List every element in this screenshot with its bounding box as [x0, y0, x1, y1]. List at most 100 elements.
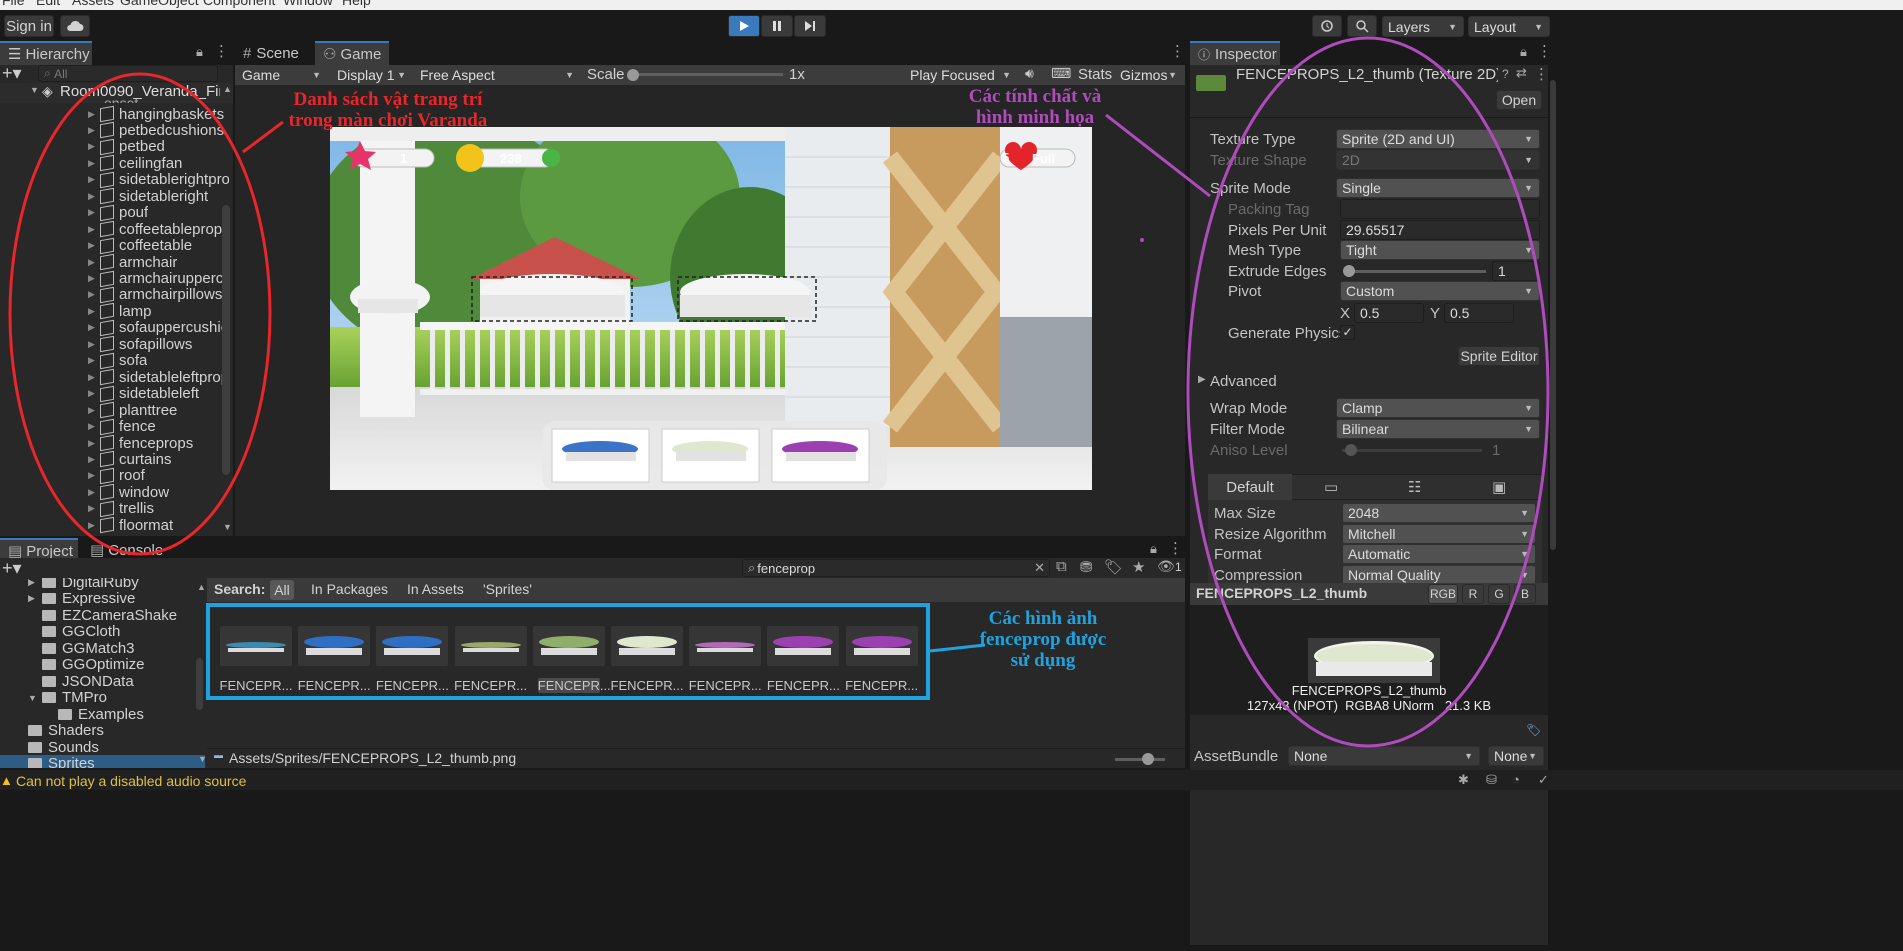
- cloud-icon[interactable]: [60, 15, 90, 37]
- generate-physics-checkbox[interactable]: ✓: [1340, 325, 1355, 340]
- expand-arrow-icon[interactable]: ▶: [88, 306, 100, 317]
- webgl-icon[interactable]: ▣: [1492, 478, 1506, 496]
- folder-item[interactable]: Examples: [58, 705, 144, 723]
- inspector-scrollbar[interactable]: [1550, 80, 1556, 550]
- filter-all[interactable]: All: [270, 580, 294, 600]
- folder-item[interactable]: ▼ TMPro: [28, 689, 107, 707]
- tab-hierarchy[interactable]: ☰ Hierarchy: [0, 41, 92, 65]
- mesh-type-dropdown[interactable]: Tight: [1340, 240, 1540, 260]
- expand-arrow-icon[interactable]: ▶: [88, 207, 100, 218]
- status-check-icon[interactable]: ✓: [1538, 772, 1549, 788]
- menu-assets[interactable]: Assets: [72, 0, 114, 8]
- inspector-lock-icon[interactable]: 🔒︎: [1520, 44, 1527, 60]
- folder-item[interactable]: Shaders: [28, 722, 104, 740]
- extrude-input[interactable]: 1: [1492, 261, 1540, 281]
- folder-scroll-up-icon[interactable]: ▲: [197, 582, 206, 592]
- assetbundle-variant-dropdown[interactable]: None: [1488, 746, 1544, 766]
- step-button[interactable]: [794, 15, 826, 37]
- asset-thumbnail[interactable]: [767, 626, 840, 666]
- keyboard-icon[interactable]: ⌨: [1051, 65, 1071, 82]
- aspect-dropdown[interactable]: Free Aspect: [415, 65, 580, 85]
- play-button[interactable]: [728, 15, 760, 37]
- filter-mode-dropdown[interactable]: Bilinear: [1336, 419, 1540, 439]
- expand-arrow-icon[interactable]: ▶: [88, 289, 100, 300]
- expand-arrow-icon[interactable]: ▶: [88, 322, 100, 333]
- folder-scroll-down-icon[interactable]: ▼: [198, 754, 207, 764]
- filter-sprites[interactable]: 'Sprites': [483, 581, 532, 597]
- compression-dropdown[interactable]: Normal Quality: [1342, 565, 1536, 585]
- thumbnail-size-slider[interactable]: [1115, 758, 1165, 761]
- tab-inspector[interactable]: ⓘ Inspector: [1190, 41, 1280, 65]
- play-focused-dropdown[interactable]: Play Focused: [905, 65, 1017, 85]
- monitor-icon[interactable]: ▭: [1324, 478, 1338, 496]
- channel-g-button[interactable]: G: [1488, 584, 1510, 604]
- context-menu-icon[interactable]: ⋮: [1534, 65, 1548, 83]
- game-more-icon[interactable]: ⋮: [1170, 42, 1185, 60]
- asset-thumbnail[interactable]: [611, 626, 683, 666]
- history-icon[interactable]: [1312, 15, 1342, 37]
- expand-arrow-icon[interactable]: ▶: [88, 109, 100, 120]
- expand-arrow-icon[interactable]: ▶: [88, 520, 100, 531]
- resize-algorithm-dropdown[interactable]: Mitchell: [1342, 524, 1536, 544]
- expand-arrow-icon[interactable]: ▶: [88, 174, 100, 185]
- expand-arrow-icon[interactable]: ▶: [88, 224, 100, 235]
- thumbnail-size-knob[interactable]: [1142, 753, 1154, 765]
- layers-dropdown[interactable]: Layers: [1382, 16, 1464, 37]
- extrude-slider-track[interactable]: [1346, 270, 1486, 273]
- wrap-mode-dropdown[interactable]: Clamp: [1336, 398, 1540, 418]
- hierarchy-search-input[interactable]: ⌕ All: [38, 65, 218, 82]
- bug-icon[interactable]: ✱: [1458, 772, 1469, 788]
- pivot-x-input[interactable]: 0.5: [1354, 303, 1424, 323]
- expand-arrow-icon[interactable]: ▶: [88, 141, 100, 152]
- inspector-more-icon[interactable]: ⋮: [1537, 42, 1552, 60]
- hierarchy-item-onset[interactable]: onset: [104, 95, 138, 103]
- folder-item[interactable]: Sprites: [0, 754, 205, 768]
- project-lock-icon[interactable]: 🔒︎: [1150, 541, 1157, 557]
- asset-thumbnail[interactable]: [532, 626, 605, 666]
- menu-help[interactable]: Help: [342, 0, 371, 8]
- more-icon[interactable]: ⋮: [214, 42, 229, 60]
- status-message[interactable]: Can not play a disabled audio source: [16, 773, 246, 789]
- folder-item[interactable]: Sounds: [28, 738, 99, 756]
- folder-item[interactable]: JSONData: [42, 672, 134, 690]
- audio-icon[interactable]: 🔊︎: [1025, 65, 1034, 82]
- filter-label-icon[interactable]: 🏷︎: [1104, 558, 1123, 576]
- expand-arrow-icon[interactable]: ▶: [88, 454, 100, 465]
- folder-expand-icon[interactable]: ▶: [28, 593, 35, 604]
- scroll-down-icon[interactable]: ▼: [223, 522, 232, 532]
- asset-thumbnail[interactable]: [454, 626, 527, 666]
- asset-thumbnail[interactable]: [845, 626, 918, 666]
- expand-arrow-icon[interactable]: ▶: [88, 487, 100, 498]
- hierarchy-scrollbar[interactable]: [222, 205, 230, 475]
- expand-arrow-icon[interactable]: ▶: [88, 470, 100, 481]
- expand-arrow-icon[interactable]: ▶: [88, 421, 100, 432]
- expand-arrow-icon[interactable]: ▶: [88, 273, 100, 284]
- project-add-icon[interactable]: +▾: [2, 558, 22, 579]
- advanced-foldout[interactable]: Advanced: [1210, 373, 1277, 390]
- expand-arrow-icon[interactable]: ▶: [88, 355, 100, 366]
- menu-window[interactable]: Window: [283, 0, 333, 8]
- lock-icon[interactable]: 🔒︎: [196, 44, 203, 60]
- folder-expand-icon[interactable]: ▶: [28, 578, 35, 588]
- sign-in-button[interactable]: Sign in: [4, 15, 54, 37]
- pivot-dropdown[interactable]: Custom: [1340, 281, 1540, 301]
- expand-arrow-icon[interactable]: ▶: [88, 191, 100, 202]
- folder-item[interactable]: ▶ Expressive: [28, 590, 135, 608]
- progress-icon[interactable]: ◔: [1512, 772, 1520, 787]
- expand-arrow-icon[interactable]: ▶: [88, 438, 100, 449]
- settings-icon[interactable]: ⇄: [1516, 65, 1527, 81]
- sprite-mode-dropdown[interactable]: Single: [1336, 178, 1540, 198]
- game-mode-dropdown[interactable]: Game: [237, 65, 327, 85]
- channel-b-button[interactable]: B: [1514, 584, 1536, 604]
- menu-gameobject[interactable]: GameObject: [120, 0, 199, 8]
- folder-item[interactable]: GGCloth: [42, 623, 120, 641]
- assetbundle-dropdown[interactable]: None: [1288, 746, 1480, 766]
- menu-edit[interactable]: Edit: [36, 0, 60, 8]
- expand-arrow-icon[interactable]: ▶: [88, 125, 100, 136]
- scroll-up-icon[interactable]: ▲: [223, 84, 232, 94]
- ppu-input[interactable]: 29.65517: [1340, 220, 1540, 240]
- stats-button[interactable]: Stats: [1078, 66, 1112, 83]
- filter-in-packages[interactable]: In Packages: [311, 581, 388, 597]
- menu-component[interactable]: Component: [203, 0, 275, 8]
- asset-thumbnail[interactable]: [220, 626, 292, 666]
